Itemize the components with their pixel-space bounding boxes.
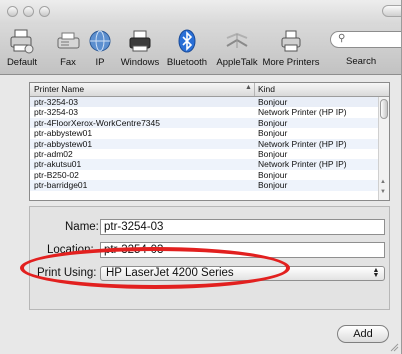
resize-grip-icon[interactable] [389, 342, 399, 352]
print-using-select[interactable]: HP LaserJet 4200 Series ▲ ▼ [100, 266, 385, 281]
scrollbar-thumb[interactable] [380, 99, 388, 119]
search-icon: ⚲ [338, 33, 346, 44]
toolbar-more-printers-label: More Printers [262, 57, 320, 68]
list-item[interactable]: ptr-3254-03 Network Printer (HP IP) [30, 107, 379, 117]
column-header-printer-name[interactable]: Printer Name [34, 84, 84, 94]
toolbar-appletalk-label: AppleTalk [216, 57, 258, 68]
toolbar-bluetooth-button[interactable]: Bluetooth [165, 26, 209, 72]
printer-name: ptr-abbystew01 [34, 128, 93, 139]
printer-name: ptr-3254-03 [34, 97, 78, 107]
printer-name: ptr-B250-02 [34, 169, 79, 180]
list-item[interactable]: ptr-adm02 Bonjour [30, 149, 379, 159]
list-scrollbar[interactable]: ▲ ▼ [378, 97, 389, 200]
close-window-button[interactable] [7, 6, 18, 17]
printer-name: ptr-barridge01 [34, 180, 88, 191]
name-field[interactable]: ptr-3254-03 [100, 219, 385, 235]
add-printer-window: Default Fax IP Windows Bluetooth AppleTa… [0, 0, 402, 354]
printer-kind: Bonjour [258, 148, 288, 159]
printer-name: ptr-adm02 [34, 148, 73, 159]
printer-name: ptr-akutsu01 [34, 159, 82, 170]
minimize-window-button[interactable] [23, 6, 34, 17]
printer-kind: Network Printer (HP IP) [258, 107, 347, 118]
list-item[interactable]: ptr-akutsu01 Network Printer (HP IP) [30, 159, 379, 170]
stepper-arrows-icon: ▲ ▼ [372, 267, 380, 279]
toolbar-toggle-button[interactable] [382, 5, 401, 17]
printer-kind: Bonjour [258, 169, 288, 180]
title-bar [0, 0, 401, 24]
list-item[interactable]: ptr-B250-02 Bonjour [30, 170, 379, 180]
print-using-value: HP LaserJet 4200 Series [106, 267, 234, 279]
appletalk-icon [226, 32, 248, 48]
printer-name: ptr-3254-03 [34, 107, 78, 118]
list-item[interactable]: ptr-abbystew01 Bonjour [30, 128, 379, 138]
ip-globe-icon [89, 30, 111, 52]
toolbar-ip-button[interactable]: IP [87, 26, 113, 72]
fax-icon [57, 32, 80, 49]
zoom-window-button[interactable] [39, 6, 50, 17]
location-label: Location: [47, 244, 94, 256]
printer-rows: ptr-3254-03 Bonjour ptr-3254-03 Network Pr… [30, 97, 379, 191]
scroll-up-icon[interactable]: ▲ [380, 179, 386, 185]
column-divider [254, 83, 255, 96]
toolbar-appletalk-button[interactable]: AppleTalk [212, 26, 262, 72]
printer-kind: Bonjour [258, 180, 288, 191]
bluetooth-icon [178, 29, 196, 53]
printer-kind: Bonjour [258, 97, 288, 107]
toolbar-ip-label: IP [95, 57, 105, 68]
add-button[interactable]: Add [337, 325, 389, 343]
toolbar-default-label: Default [6, 57, 38, 68]
name-label: Name: [65, 221, 99, 233]
windows-printer-icon [129, 30, 151, 52]
printer-list-header: Printer Name ▲ Kind [30, 83, 389, 97]
location-field[interactable]: ptr-3254-03 [100, 242, 385, 258]
toolbar-windows-label: Windows [120, 57, 160, 68]
toolbar-fax-button[interactable]: Fax [53, 26, 83, 72]
sort-ascending-icon: ▲ [245, 84, 252, 91]
toolbar-fax-label: Fax [60, 57, 76, 68]
list-item[interactable]: ptr-3254-03 Bonjour [30, 97, 379, 108]
list-item[interactable]: ptr-abbystew01 Network Printer (HP IP) [30, 138, 379, 149]
toolbar-more-printers-button[interactable]: More Printers [262, 26, 320, 72]
printer-kind: Bonjour [258, 128, 288, 139]
toolbar-windows-button[interactable]: Windows [117, 26, 163, 72]
printer-name: ptr-4FloorXerox-WorkCentre7345 [34, 117, 160, 128]
search-field[interactable]: ⚲ [330, 31, 401, 48]
column-header-kind[interactable]: Kind [258, 84, 275, 94]
toolbar-bluetooth-label: Bluetooth [166, 57, 208, 68]
toolbar-default-button[interactable]: Default [0, 26, 44, 72]
printer-kind: Network Printer (HP IP) [258, 159, 347, 170]
scroll-down-icon[interactable]: ▼ [380, 189, 386, 195]
printer-list[interactable]: Printer Name ▲ Kind ptr-3254-03 Bonjour p… [29, 82, 390, 201]
more-printers-icon [281, 30, 301, 52]
printer-name: ptr-abbystew01 [34, 138, 93, 149]
printer-kind: Network Printer (HP IP) [258, 138, 347, 149]
printer-kind: Bonjour [258, 117, 288, 128]
list-item[interactable]: ptr-4FloorXerox-WorkCentre7345 Bonjour [30, 117, 379, 129]
search-label: Search [346, 56, 377, 67]
list-item[interactable]: ptr-barridge01 Bonjour [30, 180, 379, 191]
toolbar: Default Fax IP Windows Bluetooth AppleTa… [0, 24, 401, 75]
default-printer-icon [10, 29, 34, 54]
print-using-label: Print Using: [37, 267, 97, 279]
